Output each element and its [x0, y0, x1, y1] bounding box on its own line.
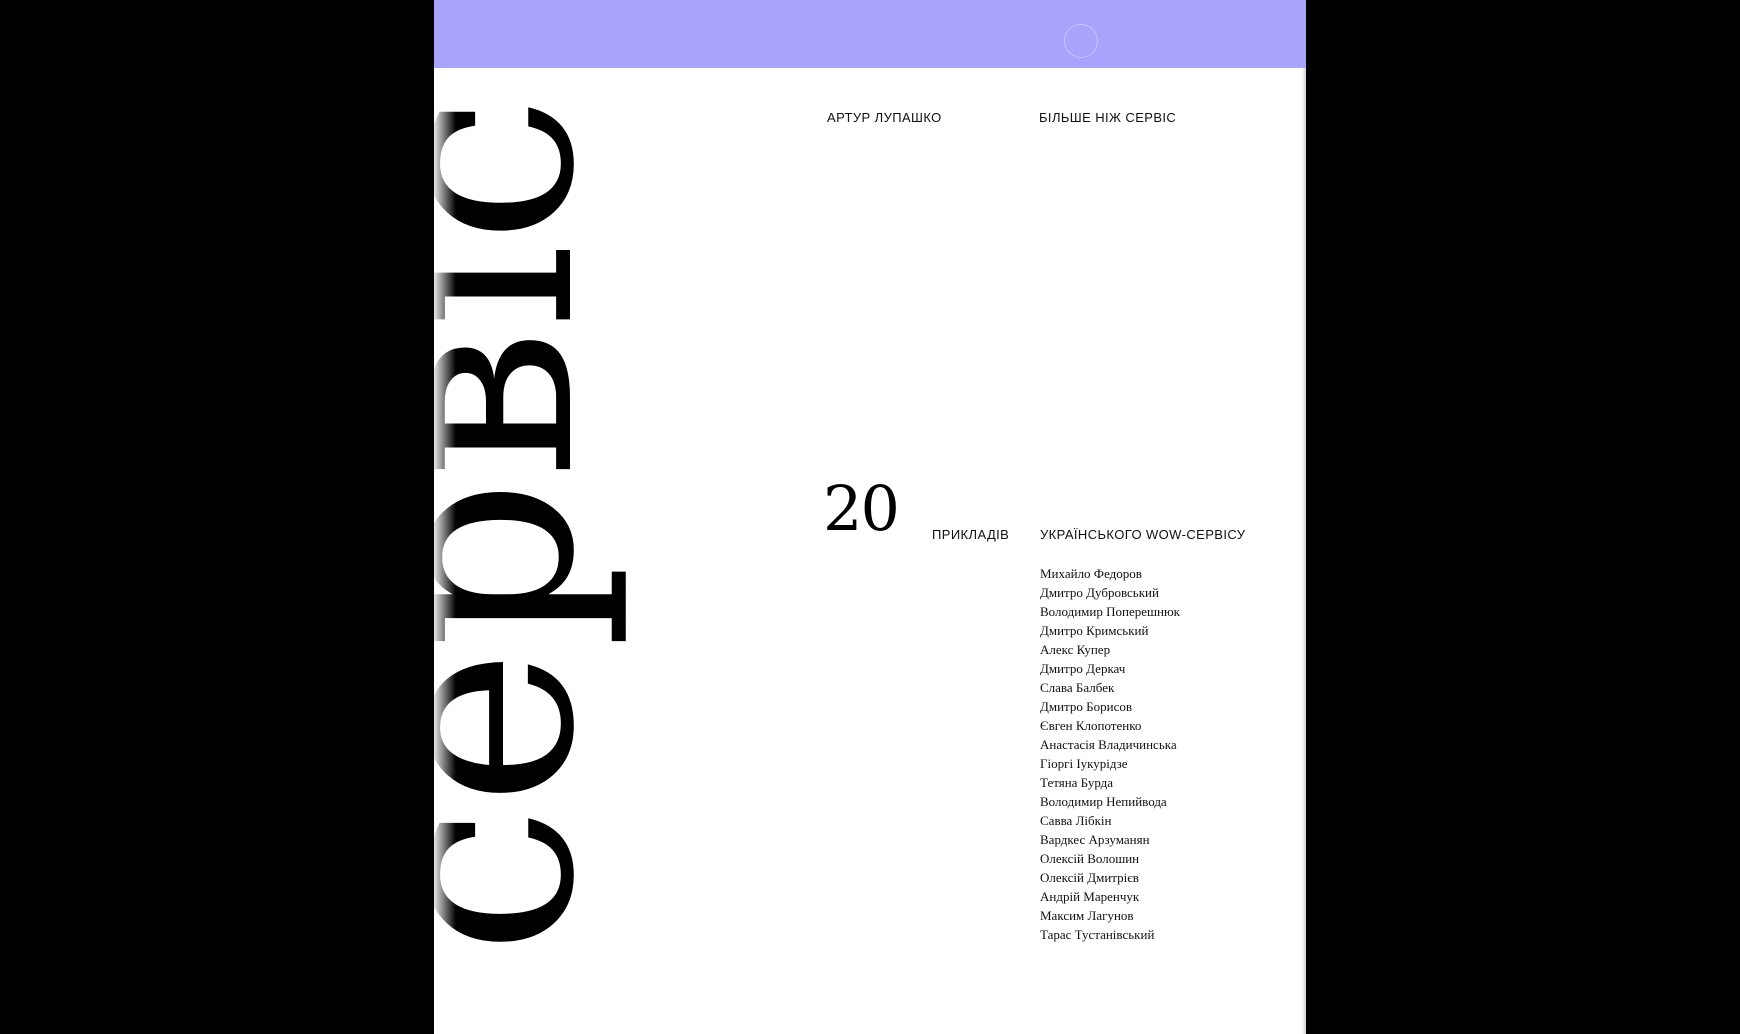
book-cover: сервіс АРТУР ЛУПАШКО БІЛЬШЕ НІЖ СЕРВІС 2…	[434, 0, 1306, 1034]
contributor-name: Євген Клопотенко	[1040, 718, 1142, 733]
contributor-name: Гіоргі Іукурідзе	[1040, 756, 1128, 771]
screen: сервіс АРТУР ЛУПАШКО БІЛЬШЕ НІЖ СЕРВІС 2…	[0, 0, 1740, 1034]
contributor-name: Алекс Купер	[1040, 642, 1111, 657]
contributor-name: Максим Лагунов	[1040, 908, 1134, 923]
contributor-name: Володимир Непийвода	[1040, 794, 1167, 809]
contributor-name: Савва Лібкін	[1040, 813, 1112, 828]
contributor-name: Олексій Дмитрієв	[1040, 870, 1139, 885]
book-subtitle: БІЛЬШЕ НІЖ СЕРВІС	[1039, 110, 1177, 125]
contributor-name: Дмитро Деркач	[1040, 661, 1126, 676]
contributor-name: Олексій Волошин	[1040, 851, 1140, 866]
cover-edge-shadow	[1302, 68, 1306, 1034]
contributor-name: Анастасія Владичинська	[1040, 737, 1177, 752]
binding-shadow	[434, 68, 456, 1034]
author-name: АРТУР ЛУПАШКО	[827, 110, 942, 125]
contributor-name: Дмитро Дубровський	[1040, 585, 1159, 600]
examples-label: ПРИКЛАДІВ	[932, 527, 1010, 542]
contributors-list: Михайло Федоров Дмитро Дубровський Волод…	[1040, 564, 1180, 944]
examples-count: 20	[823, 472, 900, 545]
contributor-name: Андрій Маренчук	[1040, 889, 1140, 904]
contributor-name: Вардкес Арзуманян	[1040, 832, 1150, 847]
contributor-name: Тарас Тустанівський	[1040, 927, 1155, 942]
contributor-name: Володимир Поперешнюк	[1040, 604, 1180, 619]
vertical-title: сервіс	[434, 95, 634, 955]
contributor-name: Тетяна Бурда	[1040, 775, 1114, 790]
contributor-name: Слава Балбек	[1040, 680, 1115, 695]
wow-service-label: УКРАЇНСЬКОГО WOW-СЕРВІСУ	[1040, 527, 1246, 542]
contributor-name: Дмитро Борисов	[1040, 699, 1132, 714]
contributor-name: Михайло Федоров	[1040, 566, 1142, 581]
contributor-name: Дмитро Кримський	[1040, 623, 1149, 638]
